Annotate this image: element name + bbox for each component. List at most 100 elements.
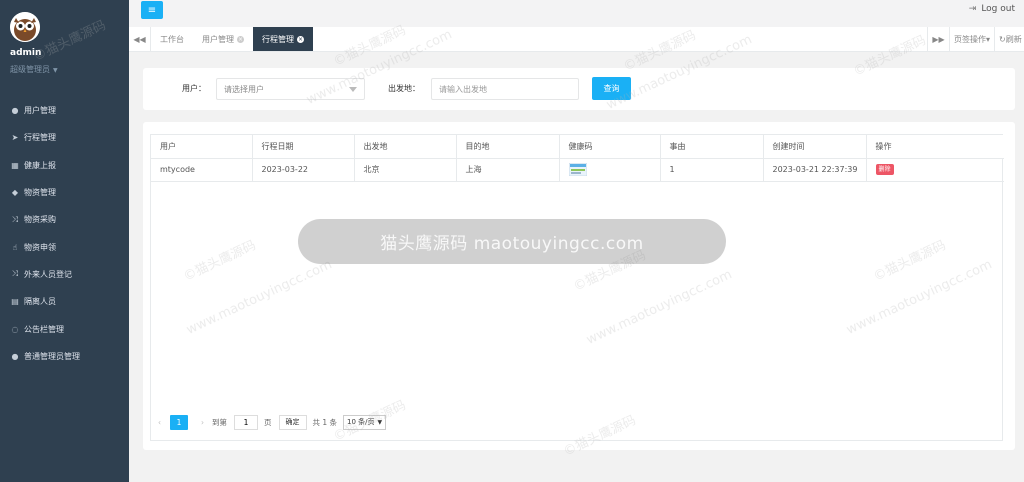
dropdown-arrow-icon bbox=[349, 87, 357, 92]
pagination-total: 共 1 条 bbox=[312, 417, 338, 427]
column-header-health-code[interactable]: 健康码 bbox=[559, 135, 661, 159]
column-header-user[interactable]: 用户 bbox=[151, 135, 253, 159]
sidebar-item-label: 物资申领 bbox=[24, 242, 56, 252]
table-header-row: 用户 行程日期 出发地 目的地 健康码 事由 创建时间 操作 bbox=[151, 135, 1004, 159]
column-header-reason[interactable]: 事由 bbox=[660, 135, 764, 159]
column-header-destination[interactable]: 目的地 bbox=[456, 135, 560, 159]
user-select-placeholder: 请选择用户 bbox=[224, 84, 264, 94]
sidebar: admin 超级管理员 ▼ ● 用户管理 ➤ 行程管理 ▦ 健康上报 ◆ 物资管理 ⤨ 物资… bbox=[0, 0, 129, 482]
user-filter-label: 用户： bbox=[182, 84, 206, 93]
tab-dashboard[interactable]: 工作台 bbox=[151, 27, 193, 51]
logout-label: Log out bbox=[981, 4, 1015, 14]
column-header-departure[interactable]: 出发地 bbox=[354, 135, 457, 159]
pagination-page-1[interactable]: 1 bbox=[170, 414, 188, 430]
cell-actions: 删除 bbox=[866, 158, 1004, 182]
tabs-scroll-left-button[interactable]: ◀◀ bbox=[129, 27, 151, 51]
pagination: ‹ 1 › 到第 页 确定 共 1 条 10 条/页▼ bbox=[150, 412, 387, 432]
chevron-right-icon: › bbox=[201, 417, 204, 427]
sidebar-item-supplies-management[interactable]: ◆ 物资管理 bbox=[0, 179, 129, 206]
pagination-goto-label: 到第 bbox=[212, 417, 227, 427]
sidebar-item-label: 普通管理员管理 bbox=[24, 351, 80, 361]
user-select[interactable]: 请选择用户 bbox=[216, 78, 365, 100]
search-panel: 用户： 请选择用户 出发地： 查询 bbox=[143, 68, 1015, 110]
page-size-value: 10 条/页 bbox=[347, 418, 375, 426]
sidebar-item-admin-management[interactable]: ● 普通管理员管理 bbox=[0, 343, 129, 370]
hamburger-icon: ≡ bbox=[147, 4, 157, 16]
pagination-page-size-select[interactable]: 10 条/页 ▼ bbox=[343, 414, 387, 430]
tab-label: 行程管理 bbox=[262, 34, 294, 44]
sidebar-item-health-report[interactable]: ▦ 健康上报 bbox=[0, 152, 129, 179]
caret-down-icon: ▾ bbox=[985, 34, 990, 44]
tabs-scroll-right-button[interactable]: ▶▶ bbox=[927, 27, 949, 51]
user-role-dropdown[interactable]: 超级管理员 ▼ bbox=[10, 64, 58, 75]
page-tabs: 工作台 用户管理 × 行程管理 × bbox=[151, 27, 313, 51]
avatar[interactable] bbox=[10, 12, 40, 42]
sidebar-item-visitor-registration[interactable]: ⤨ 外来人员登记 bbox=[0, 261, 129, 288]
pagination-goto-input[interactable] bbox=[234, 414, 258, 430]
watermark-banner: 猫头鹰源码 maotouyingcc.com bbox=[298, 219, 726, 264]
tab-label: 用户管理 bbox=[202, 34, 234, 44]
table-panel: 用户 行程日期 出发地 目的地 健康码 事由 创建时间 操作 mtycode 2… bbox=[143, 122, 1015, 450]
chevron-left-icon: ‹ bbox=[158, 417, 161, 427]
departure-input[interactable] bbox=[431, 78, 579, 100]
delete-button[interactable]: 删除 bbox=[875, 164, 894, 175]
pagination-confirm-button[interactable]: 确定 bbox=[278, 414, 307, 430]
sidebar-item-label: 用户管理 bbox=[24, 106, 56, 116]
trip-table-container: 用户 行程日期 出发地 目的地 健康码 事由 创建时间 操作 mtycode 2… bbox=[150, 134, 1004, 441]
chevron-down-icon: ▼ bbox=[53, 67, 58, 74]
pagination-prev-button[interactable]: ‹ bbox=[152, 418, 167, 427]
building-icon: ▤ bbox=[11, 297, 19, 307]
owl-avatar-icon bbox=[10, 12, 40, 42]
column-header-created-time[interactable]: 创建时间 bbox=[763, 135, 867, 159]
health-code-image-icon[interactable] bbox=[568, 163, 587, 176]
sidebar-item-supplies-claim[interactable]: ☝ 物资申领 bbox=[0, 233, 129, 260]
logout-link[interactable]: ⇥ Log out bbox=[969, 4, 1015, 14]
sign-out-icon: ⇥ bbox=[968, 4, 977, 14]
refresh-button[interactable]: ↻ 刷新 bbox=[994, 27, 1024, 51]
calendar-icon: ▦ bbox=[11, 160, 19, 170]
sidebar-item-label: 物资管理 bbox=[24, 188, 56, 198]
user-role-label: 超级管理员 bbox=[10, 65, 50, 74]
tab-operations-dropdown[interactable]: 页签操作 ▾ bbox=[949, 27, 994, 51]
trip-table: 用户 行程日期 出发地 目的地 健康码 事由 创建时间 操作 mtycode 2… bbox=[151, 135, 1004, 182]
sidebar-item-user-management[interactable]: ● 用户管理 bbox=[0, 97, 129, 124]
double-chevron-left-icon: ◀◀ bbox=[133, 34, 146, 44]
cell-reason: 1 bbox=[660, 158, 764, 182]
sidebar-item-label: 行程管理 bbox=[24, 133, 56, 143]
chevron-down-icon: ▼ bbox=[377, 418, 383, 426]
close-icon[interactable]: × bbox=[297, 35, 304, 43]
comment-icon: ◌ bbox=[11, 324, 19, 334]
shuffle-icon: ⤨ bbox=[11, 214, 19, 224]
tab-trip-management[interactable]: 行程管理 × bbox=[253, 27, 313, 51]
car-icon: ◆ bbox=[11, 188, 19, 198]
sidebar-item-quarantine-persons[interactable]: ▤ 隔离人员 bbox=[0, 288, 129, 315]
cell-departure: 北京 bbox=[354, 158, 457, 182]
sidebar-item-label: 公告栏管理 bbox=[24, 324, 64, 334]
sidebar-menu: ● 用户管理 ➤ 行程管理 ▦ 健康上报 ◆ 物资管理 ⤨ 物资采购 ☝ 物资申领 ⤨ 外来人… bbox=[0, 97, 129, 370]
column-header-trip-date[interactable]: 行程日期 bbox=[252, 135, 355, 159]
top-navbar: ≡ ⇥ Log out bbox=[129, 0, 1024, 27]
pagination-next-button[interactable]: › bbox=[195, 418, 210, 427]
column-header-actions: 操作 bbox=[866, 135, 1004, 159]
cell-destination: 上海 bbox=[456, 158, 560, 182]
tab-operations-label: 页签操作 bbox=[953, 34, 986, 44]
refresh-icon: ↻ bbox=[999, 34, 1006, 44]
cell-health-code bbox=[559, 158, 661, 182]
user-icon: ● bbox=[11, 351, 19, 361]
menu-toggle-button[interactable]: ≡ bbox=[141, 1, 163, 19]
cell-created-time: 2023-03-21 22:37:39 bbox=[763, 158, 867, 182]
sidebar-item-bulletin-management[interactable]: ◌ 公告栏管理 bbox=[0, 315, 129, 342]
tabs-bar: ◀◀ 工作台 用户管理 × 行程管理 × ▶▶ 页签操作 ▾ ↻ 刷新 bbox=[129, 27, 1024, 52]
query-button[interactable]: 查询 bbox=[592, 77, 631, 100]
shuffle-icon: ⤨ bbox=[11, 269, 19, 279]
sidebar-item-supplies-purchase[interactable]: ⤨ 物资采购 bbox=[0, 206, 129, 233]
close-icon[interactable]: × bbox=[237, 35, 244, 43]
tab-label: 工作台 bbox=[160, 34, 184, 44]
cell-user: mtycode bbox=[151, 158, 253, 182]
tab-user-management[interactable]: 用户管理 × bbox=[193, 27, 253, 51]
double-chevron-right-icon: ▶▶ bbox=[932, 34, 945, 44]
send-icon: ➤ bbox=[11, 133, 19, 143]
pagination-page-unit: 页 bbox=[264, 417, 272, 427]
user-icon: ● bbox=[11, 106, 19, 116]
sidebar-item-trip-management[interactable]: ➤ 行程管理 bbox=[0, 124, 129, 151]
